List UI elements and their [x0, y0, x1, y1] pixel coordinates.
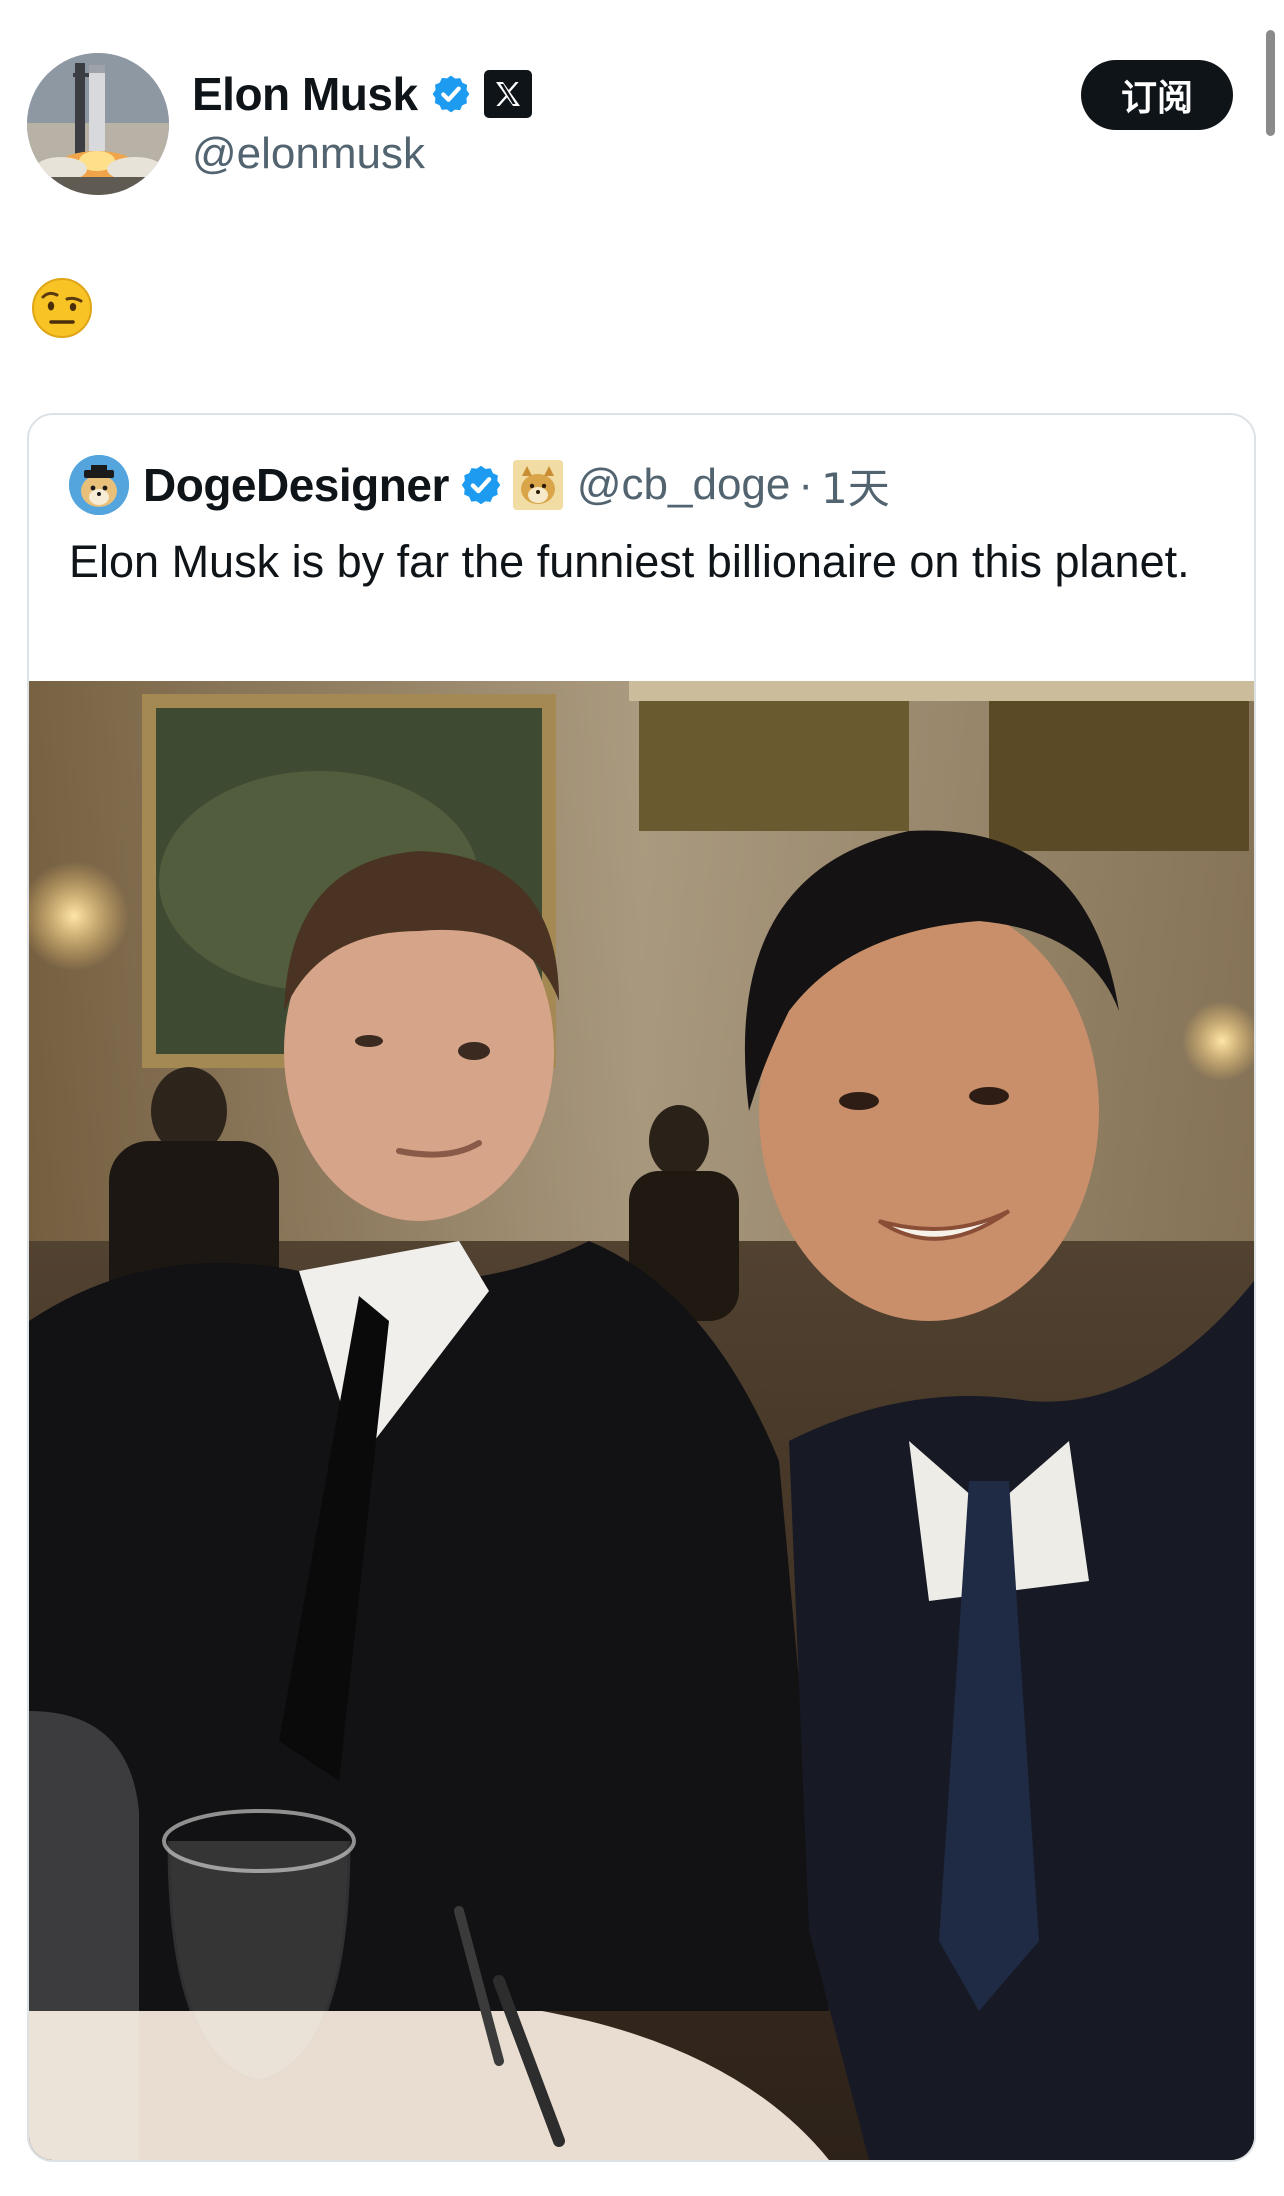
- quoted-tweet-header: DogeDesigner @cb_doge · 1天: [69, 455, 890, 515]
- author-avatar[interactable]: [27, 53, 169, 195]
- subscribe-button[interactable]: 订阅: [1081, 60, 1233, 130]
- quoted-tweet-card[interactable]: DogeDesigner @cb_doge · 1天 Elon Musk is …: [27, 413, 1256, 2162]
- verified-badge-icon: [461, 465, 501, 505]
- quoted-handle[interactable]: @cb_doge: [577, 460, 791, 510]
- author-handle[interactable]: @elonmusk: [192, 126, 425, 182]
- quoted-timestamp[interactable]: 1天: [821, 455, 890, 516]
- quoted-display-name[interactable]: DogeDesigner: [143, 458, 449, 512]
- separator-dot: ·: [798, 460, 814, 509]
- author-name-row: Elon Musk: [192, 66, 532, 122]
- quoted-tweet-text: Elon Musk is by far the funniest billion…: [69, 536, 1190, 587]
- rocket-launch-avatar: [27, 53, 169, 195]
- author-display-name[interactable]: Elon Musk: [192, 66, 418, 122]
- scrollbar[interactable]: [1266, 30, 1275, 136]
- doge-badge-icon: [512, 460, 563, 510]
- two-men-selfie-photo[interactable]: [29, 681, 1254, 2160]
- x-logo-icon: [483, 70, 532, 118]
- raised-eyebrow-face-icon: [32, 278, 92, 338]
- doge-avatar[interactable]: [69, 455, 129, 515]
- verified-badge-icon: [432, 75, 469, 113]
